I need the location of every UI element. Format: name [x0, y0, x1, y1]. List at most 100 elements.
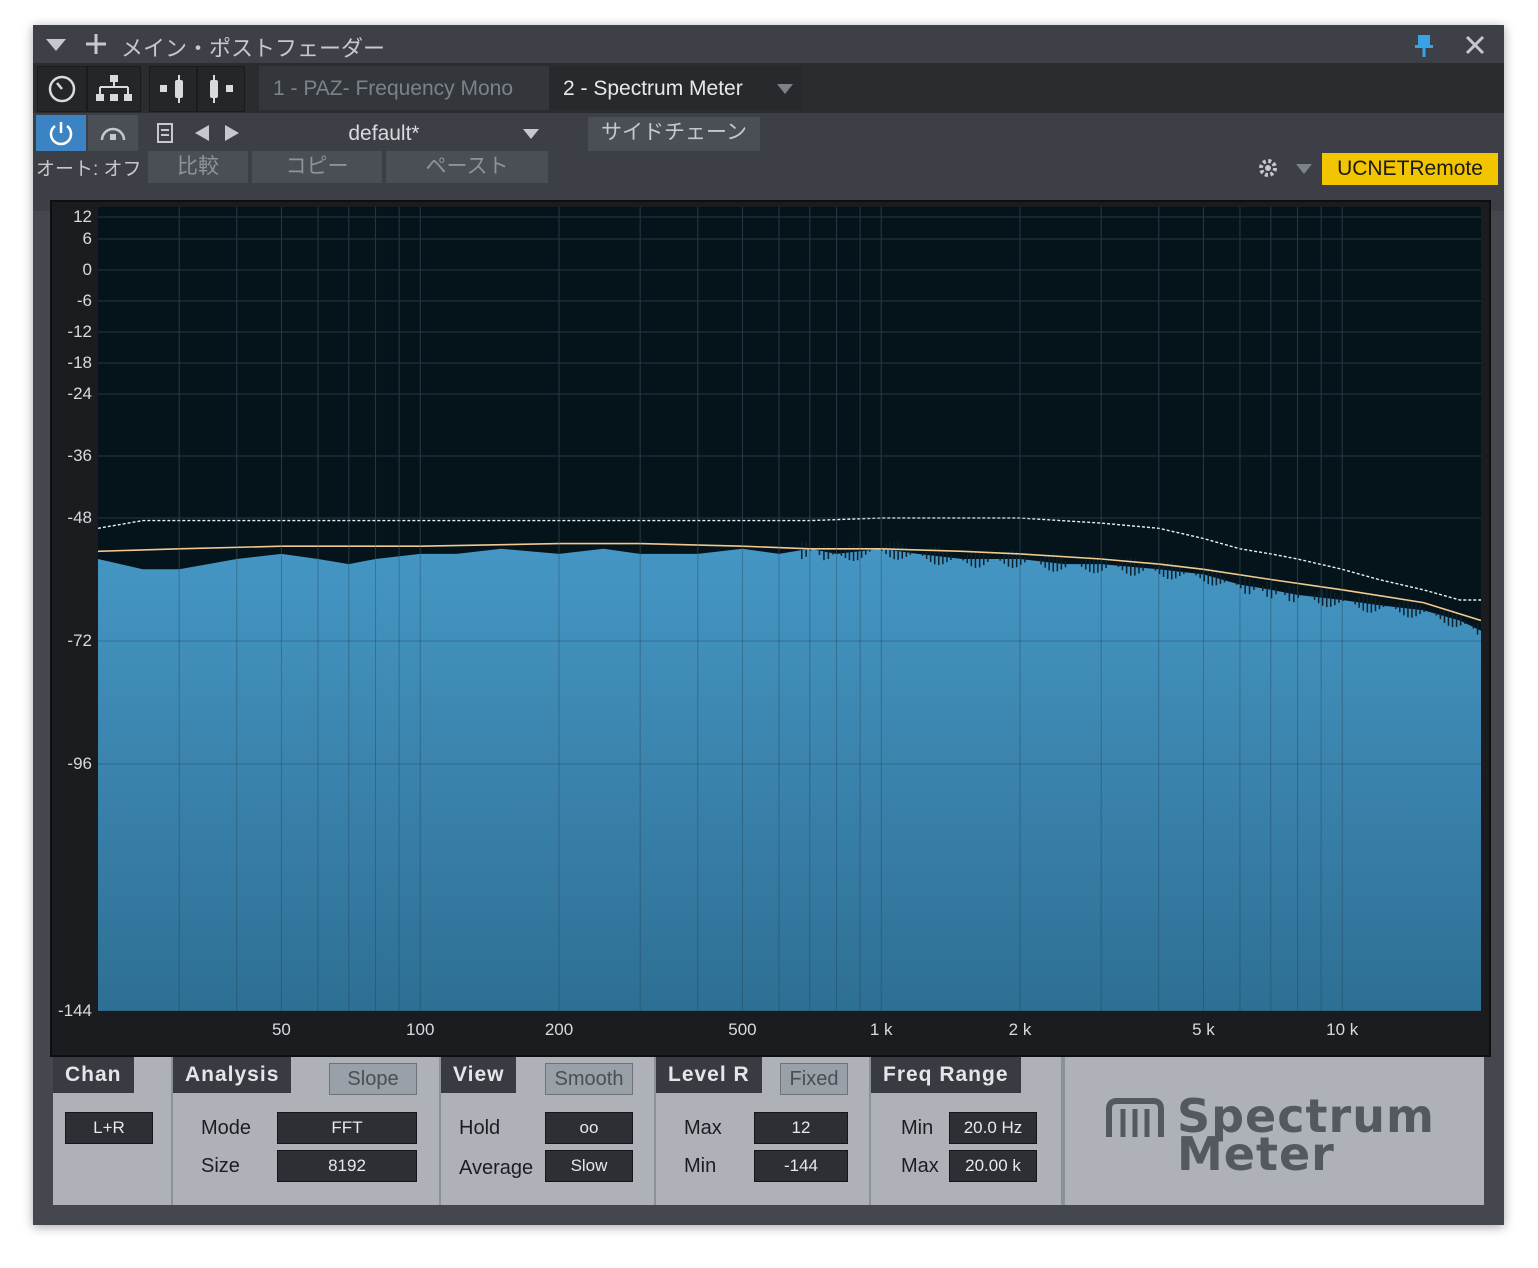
freq-min-field[interactable]: 20.0 Hz — [949, 1112, 1037, 1144]
spectrum-peak-detail — [889, 542, 891, 558]
spectrum-peak-detail — [856, 543, 859, 561]
preset-file-button[interactable] — [149, 115, 179, 151]
spectrum-peak-detail — [1130, 557, 1132, 576]
spectrum-peak-detail — [818, 545, 821, 555]
prev-preset-icon[interactable] — [195, 125, 209, 141]
window-title: メイン・ポストフェーダー — [121, 36, 386, 61]
automation-status[interactable]: オート: オフ — [36, 154, 146, 181]
spectrum-peak-detail — [1317, 591, 1320, 604]
spectrum-peak-detail — [1024, 556, 1026, 563]
sidechain-button[interactable]: サイドチェーン — [588, 117, 760, 151]
spectrum-peak-detail — [1199, 569, 1201, 579]
tab-label: 2 - Spectrum Meter — [563, 77, 743, 100]
slope-tab[interactable]: Slope — [329, 1063, 417, 1095]
spectrum-peak-detail — [1142, 564, 1144, 571]
channel-select[interactable]: L+R — [65, 1112, 153, 1144]
freq-min-label: Min — [901, 1117, 934, 1139]
spectrum-peak-detail — [1060, 557, 1063, 570]
paste-button[interactable]: ペースト — [386, 151, 548, 183]
spectrum-peak-detail — [1262, 585, 1264, 591]
chevron-down-icon[interactable] — [1296, 164, 1312, 174]
tab-paz-frequency[interactable]: 1 - PAZ- Frequency Mono — [259, 66, 549, 110]
mode-label: Mode — [201, 1117, 252, 1139]
y-tick-label: -18 — [67, 353, 92, 372]
spectrum-peak-detail — [1011, 550, 1014, 568]
spectrum-peak-detail — [1334, 593, 1336, 606]
y-tick-label: -96 — [67, 754, 92, 773]
power-button[interactable] — [36, 115, 86, 151]
spectrum-peak-detail — [1338, 596, 1340, 603]
level-max-label: Max — [684, 1117, 722, 1139]
tab-spectrum-meter[interactable]: 2 - Spectrum Meter — [549, 66, 803, 110]
freq-max-field[interactable]: 20.00 k — [949, 1150, 1037, 1182]
spectrum-peak-detail — [840, 551, 843, 556]
document-icon — [157, 123, 173, 143]
spectrum-peak-detail — [978, 550, 981, 568]
smooth-tab[interactable]: Smooth — [545, 1063, 633, 1095]
close-icon[interactable] — [1465, 35, 1485, 55]
routing-clock-button[interactable] — [37, 66, 87, 112]
spectrum-peak-detail — [1370, 595, 1373, 613]
spectrum-peak-detail — [1166, 561, 1169, 579]
copy-button[interactable]: コピー — [252, 151, 382, 183]
ucnet-remote-button[interactable]: UCNETRemote — [1322, 153, 1498, 185]
chevron-down-icon[interactable] — [777, 84, 793, 94]
level-min-field[interactable]: -144 — [754, 1150, 848, 1182]
spectrum-plot[interactable] — [97, 207, 1482, 1012]
spectrum-peak-detail — [1423, 608, 1425, 612]
plugin-window: メイン・ポストフェーダー 1 - PAZ- Frequency Mono 2 -… — [33, 25, 1504, 1225]
spectrum-peak-detail — [962, 557, 964, 561]
spectrum-peak-detail — [909, 550, 912, 555]
compare-button[interactable]: 比較 — [148, 151, 248, 183]
routing-button[interactable] — [87, 66, 141, 112]
menu-triangle-icon[interactable] — [46, 39, 66, 53]
average-select[interactable]: Slow — [545, 1150, 633, 1182]
spectrum-graph — [97, 207, 1482, 1012]
view-title: View — [441, 1057, 517, 1093]
chan-title: Chan — [53, 1057, 134, 1093]
chevron-down-icon — [523, 129, 539, 139]
routing-tree-icon — [96, 75, 132, 101]
tab-label: 1 - PAZ- Frequency Mono — [273, 77, 514, 100]
spectrum-peak-detail — [1183, 570, 1185, 574]
preset-selector[interactable]: default* — [249, 115, 549, 151]
plus-icon[interactable] — [86, 34, 106, 54]
spectrum-peak-detail — [1235, 582, 1238, 585]
insert-left-button[interactable] — [149, 66, 197, 112]
x-tick-label: 100 — [406, 1020, 435, 1039]
spectrum-peak-detail — [1171, 561, 1173, 580]
bypass-monitor-button[interactable] — [88, 115, 138, 151]
y-tick-label: -12 — [67, 322, 92, 341]
spectrum-peak-detail — [805, 542, 807, 557]
fixed-tab[interactable]: Fixed — [780, 1063, 848, 1095]
spectrum-peak-detail — [901, 544, 903, 559]
spectrum-peak-detail — [1455, 611, 1458, 627]
gear-icon[interactable] — [1256, 156, 1280, 180]
spectrum-peak-detail — [823, 542, 825, 561]
hold-select[interactable]: oo — [545, 1112, 633, 1144]
y-tick-label: -36 — [67, 446, 92, 465]
mode-select[interactable]: FFT — [277, 1112, 417, 1144]
hold-label: Hold — [459, 1117, 501, 1139]
presonus-logo-icon — [1106, 1098, 1164, 1137]
spectrum-peak-detail — [893, 541, 895, 560]
spectrum-peak-detail — [1266, 581, 1268, 597]
spectrum-peak-detail — [1085, 558, 1087, 570]
x-tick-label: 2 k — [1008, 1020, 1032, 1039]
spectrum-peak-detail — [852, 543, 855, 561]
freq-range-title: Freq Range — [871, 1057, 1021, 1093]
analyzer-settings-panel: Chan L+R Analysis Slope Mode FFT Size 81… — [53, 1057, 1484, 1205]
level-max-field[interactable]: 12 — [754, 1112, 848, 1144]
pin-icon[interactable] — [1415, 33, 1433, 59]
level-min-label: Min — [684, 1155, 717, 1177]
next-preset-icon[interactable] — [225, 125, 239, 141]
spectrum-peak-detail — [865, 546, 867, 555]
size-select[interactable]: 8192 — [277, 1150, 417, 1182]
insert-right-button[interactable] — [197, 66, 245, 112]
spectrum-peak-detail — [1439, 610, 1442, 620]
plugin-tab-row: 1 - PAZ- Frequency Mono 2 - Spectrum Met… — [33, 63, 1504, 113]
spectrum-peak-detail — [1223, 577, 1226, 583]
x-tick-label: 200 — [544, 1020, 574, 1039]
spectrum-peak-detail — [860, 544, 863, 558]
spectrum-peak-detail — [1399, 602, 1401, 613]
